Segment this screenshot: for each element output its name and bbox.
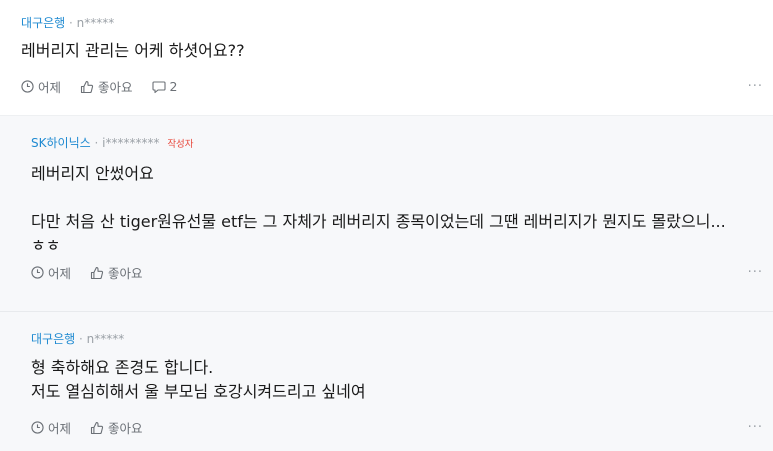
comment-meta: 대구은행 · n***** [21,16,773,30]
comment-actions: 어제 좋아요 [31,418,162,437]
comment-meta: 대구은행 · n***** [31,332,773,346]
thumbs-up-icon [80,80,94,93]
timestamp: 어제 [21,77,61,96]
comment-reply: 대구은행 · n***** 형 축하해요 존경도 합니다. 저도 열심히해서 울… [0,311,773,451]
comment-body: 레버리지 안썼어요 다만 처음 산 tiger원유선물 etf는 그 자체가 레… [31,162,773,258]
user-id: n***** [76,16,115,30]
clock-icon [31,421,44,434]
more-dots-icon[interactable]: ··· [748,420,763,435]
comment-reply: SK하이닉스 · i********* 작성자 레버리지 안썼어요 다만 처음 … [0,115,773,311]
more-dots-icon[interactable]: ··· [748,79,763,94]
author-name[interactable]: 대구은행 [21,16,65,30]
comment-line: 다만 처음 산 tiger원유선물 etf는 그 자체가 레버리지 종목이었는데… [31,212,726,231]
clock-icon [31,266,44,279]
reply-count: 2 [169,79,178,94]
user-id: n***** [86,332,125,346]
speech-bubble-icon [151,80,166,93]
thumbs-up-icon [90,421,104,434]
like-label: 좋아요 [98,80,133,95]
like-button[interactable]: 좋아요 [80,77,133,96]
comment-body: 레버리지 관리는 어케 하셧어요?? [21,39,773,63]
comment-line: 레버리지 관리는 어케 하셧어요?? [21,41,245,60]
meta-separator: · [94,136,99,150]
timestamp: 어제 [31,418,71,437]
comment-line: 형 축하해요 존경도 합니다. [31,358,214,377]
clock-icon [21,80,34,93]
thumbs-up-icon [90,266,104,279]
timestamp-label: 어제 [48,421,72,436]
comment: 대구은행 · n***** 레버리지 관리는 어케 하셧어요?? 어제 좋아요 … [0,0,773,115]
like-button[interactable]: 좋아요 [90,263,143,282]
timestamp: 어제 [31,263,71,282]
author-name[interactable]: SK하이닉스 [31,136,91,150]
writer-badge: 작성자 [167,139,194,150]
like-button[interactable]: 좋아요 [90,418,143,437]
comment-line: ㅎㅎ [31,236,61,255]
more-dots-icon[interactable]: ··· [748,265,763,280]
comment-line: 레버리지 안썼어요 [31,164,154,183]
comment-line: 저도 열심히해서 울 부모님 호강시켜드리고 싶네여 [31,382,366,401]
comment-meta: SK하이닉스 · i********* 작성자 [31,136,773,152]
meta-separator: · [69,16,73,30]
user-id: i********* [102,136,160,150]
comment-actions: 어제 좋아요 2 [21,77,196,96]
reply-button[interactable]: 2 [151,79,178,94]
timestamp-label: 어제 [48,266,72,281]
author-name[interactable]: 대구은행 [31,332,75,346]
like-label: 좋아요 [108,421,143,436]
timestamp-label: 어제 [38,80,62,95]
meta-separator: · [79,332,83,346]
like-label: 좋아요 [108,266,143,281]
comment-body: 형 축하해요 존경도 합니다. 저도 열심히해서 울 부모님 호강시켜드리고 싶… [31,356,773,404]
comment-actions: 어제 좋아요 [31,263,162,282]
